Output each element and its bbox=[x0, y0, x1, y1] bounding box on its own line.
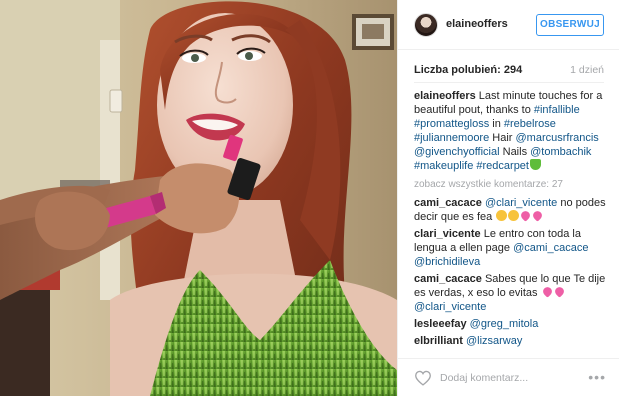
comment-username[interactable]: cami_cacace bbox=[414, 273, 482, 285]
heart-outline-icon[interactable] bbox=[414, 370, 432, 386]
post-side-panel: elaineoffers OBSERWUJ Liczba polubień: 2… bbox=[397, 0, 619, 396]
comment-text: in bbox=[489, 118, 504, 130]
caption: elaineoffers Last minute touches for a b… bbox=[414, 89, 608, 173]
comment-item: elbrilliant @lizsarway bbox=[414, 334, 608, 348]
mention-link[interactable]: @lizsarway bbox=[463, 335, 522, 347]
mention-link[interactable]: #juliannemoore bbox=[414, 132, 489, 144]
mention-link[interactable]: @greg_mitola bbox=[467, 318, 539, 330]
view-all-comments-link[interactable]: zobacz wszystkie komentarze: 27 bbox=[414, 178, 608, 192]
comment-input[interactable] bbox=[440, 370, 570, 386]
divider bbox=[414, 82, 604, 83]
mention-link[interactable]: #redcarpet bbox=[476, 160, 529, 172]
comment-item: clari_vicente Le entro con toda la lengu… bbox=[414, 227, 608, 269]
post-footer: ••• bbox=[398, 358, 619, 396]
mention-link[interactable]: @brichidileva bbox=[414, 256, 480, 268]
more-options-icon[interactable]: ••• bbox=[588, 370, 606, 384]
photo-illustration bbox=[0, 0, 397, 396]
smile-emoji-icon bbox=[508, 210, 520, 221]
avatar[interactable] bbox=[414, 13, 438, 37]
author-username[interactable]: elaineoffers bbox=[446, 18, 508, 30]
comment-username[interactable]: cami_cacace bbox=[414, 197, 482, 209]
comment-username[interactable]: elbrilliant bbox=[414, 335, 463, 347]
mention-link[interactable]: @clari_vicente bbox=[482, 197, 557, 209]
mention-link[interactable]: @tombachik bbox=[530, 146, 591, 158]
comment-item: cami_cacace @clari_vicente no podes deci… bbox=[414, 196, 608, 224]
instagram-post-window: elaineoffers OBSERWUJ Liczba polubień: 2… bbox=[0, 0, 619, 396]
follow-button[interactable]: OBSERWUJ bbox=[536, 14, 604, 36]
pink-heart-emoji-icon bbox=[540, 285, 554, 298]
likes-row: Liczba polubień: 294 1 dzień bbox=[414, 64, 604, 78]
pink-heart-emoji-icon bbox=[519, 209, 533, 222]
post-timestamp[interactable]: 1 dzień bbox=[570, 64, 604, 76]
mention-link[interactable]: @cami_cacace bbox=[513, 242, 588, 254]
pink-heart-emoji-icon bbox=[552, 285, 566, 298]
comment-items: cami_cacace @clari_vicente no podes deci… bbox=[414, 196, 608, 353]
mention-link[interactable]: #promattegloss bbox=[414, 118, 489, 130]
comment-username[interactable]: lesleeefay bbox=[414, 318, 467, 330]
pink-heart-emoji-icon bbox=[531, 209, 545, 222]
caption-username[interactable]: elaineoffers bbox=[414, 90, 476, 102]
post-header: elaineoffers OBSERWUJ bbox=[398, 0, 619, 50]
comment-item: cami_cacace Sabes que lo que Te dije es … bbox=[414, 272, 608, 314]
mention-link[interactable]: #makeuplife bbox=[414, 160, 473, 172]
post-photo[interactable] bbox=[0, 0, 397, 396]
comment-item: hurricane_flossie She looks beautiful as… bbox=[414, 351, 608, 353]
comment-item: lesleeefay @greg_mitola bbox=[414, 317, 608, 331]
likes-count[interactable]: Liczba polubień: 294 bbox=[414, 64, 522, 76]
mention-link[interactable]: @marcusrfrancis bbox=[516, 132, 599, 144]
comment-list: elaineoffers Last minute touches for a b… bbox=[414, 89, 608, 353]
smile-emoji-icon bbox=[496, 210, 508, 221]
mention-link[interactable]: #infallible bbox=[534, 104, 580, 116]
green-heart-emoji-icon bbox=[529, 159, 541, 170]
mention-link[interactable]: #rebelrose bbox=[504, 118, 556, 130]
comment-text: Hair bbox=[489, 132, 516, 144]
caption-text: Last minute touches for a beautiful pout… bbox=[414, 90, 602, 172]
mention-link[interactable]: @givenchyofficial bbox=[414, 146, 500, 158]
comment-username[interactable]: clari_vicente bbox=[414, 228, 481, 240]
comment-text: Nails bbox=[499, 146, 531, 158]
mention-link[interactable]: @clari_vicente bbox=[414, 301, 486, 313]
comment-username[interactable]: hurricane_flossie bbox=[414, 352, 505, 353]
